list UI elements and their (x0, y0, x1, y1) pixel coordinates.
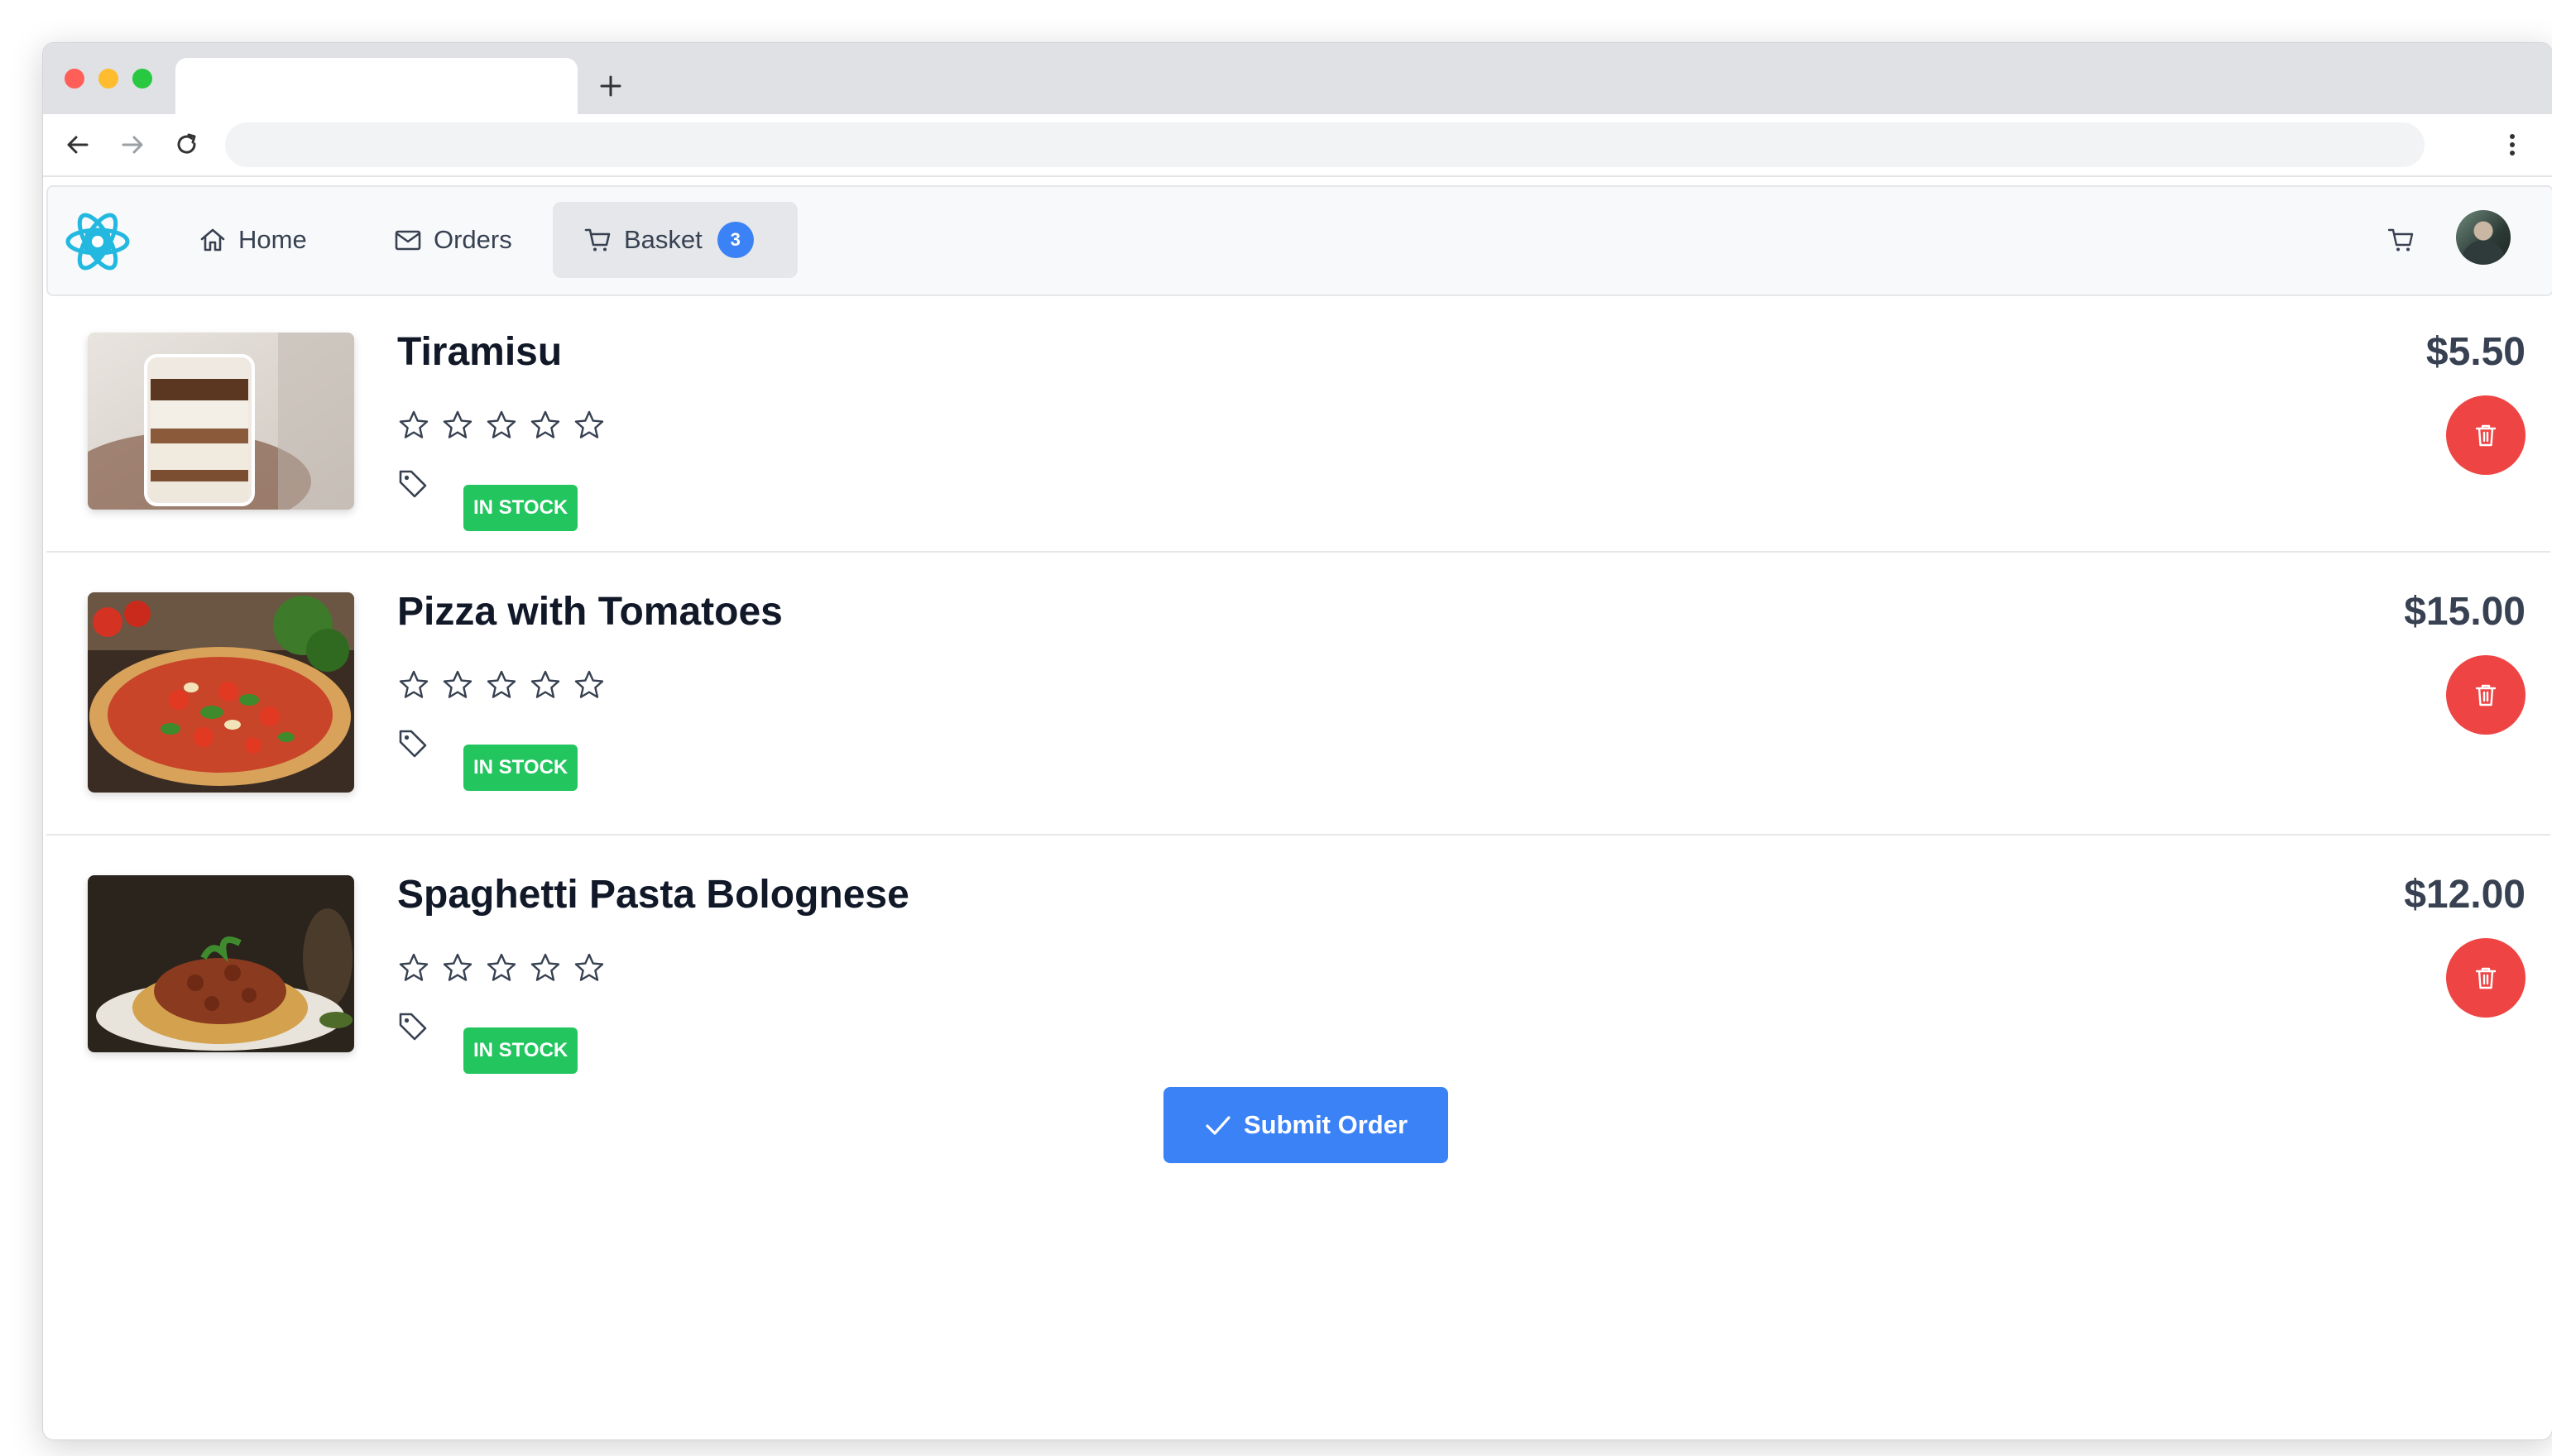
basket-item: Pizza with Tomatoes IN STOCK $15.00 (46, 553, 2550, 836)
stock-badge: IN STOCK (463, 745, 578, 791)
star-outline-icon[interactable] (441, 668, 474, 702)
star-outline-icon[interactable] (573, 668, 606, 702)
reload-button[interactable] (165, 123, 209, 166)
plus-icon (600, 75, 621, 97)
envelope-icon (395, 230, 421, 251)
star-outline-icon[interactable] (397, 951, 430, 984)
item-price: $5.50 (2425, 330, 2526, 374)
basket-count-badge: 3 (717, 222, 754, 258)
browser-menu-button[interactable] (2491, 123, 2534, 166)
submit-order-label: Submit Order (1243, 1110, 1408, 1139)
tag-icon (399, 470, 427, 498)
tag-icon (399, 1013, 427, 1041)
item-name: Tiramisu (397, 330, 563, 374)
star-outline-icon[interactable] (397, 668, 430, 702)
trash-icon (2475, 424, 2497, 447)
stock-badge: IN STOCK (463, 485, 578, 531)
user-avatar[interactable] (2456, 210, 2511, 265)
item-name: Spaghetti Pasta Bolognese (397, 873, 909, 917)
star-outline-icon[interactable] (441, 951, 474, 984)
spaghetti-bolognese-photo (88, 875, 354, 1052)
cart-icon (2387, 228, 2414, 251)
basket-item: Spaghetti Pasta Bolognese IN STOCK $12.0… (46, 836, 2550, 1100)
new-tab-button[interactable] (591, 66, 631, 106)
tiramisu-dessert-photo (88, 333, 354, 510)
trash-icon (2475, 967, 2497, 989)
rating-stars[interactable] (397, 951, 606, 984)
nav-basket-label: Basket (624, 225, 703, 254)
nav-home-label: Home (238, 225, 307, 254)
nav-basket[interactable]: Basket 3 (553, 202, 798, 278)
nav-home[interactable]: Home (184, 202, 322, 278)
stock-badge: IN STOCK (463, 1027, 578, 1074)
tag-icon (399, 730, 427, 758)
trash-icon (2475, 684, 2497, 706)
cart-icon (584, 228, 611, 251)
star-outline-icon[interactable] (397, 409, 430, 442)
reload-icon (177, 133, 196, 154)
browser-tab-bar (43, 43, 2552, 114)
arrow-right-icon (122, 136, 143, 154)
star-outline-icon[interactable] (485, 951, 518, 984)
more-vertical-icon (2510, 134, 2515, 156)
star-outline-icon[interactable] (485, 409, 518, 442)
pizza-photo (88, 592, 354, 793)
rating-stars[interactable] (397, 409, 606, 442)
star-outline-icon[interactable] (485, 668, 518, 702)
browser-window: Home Orders Basket 3 Tiramisu IN STOCK $… (42, 42, 2552, 1440)
nav-orders-label: Orders (434, 225, 512, 254)
delete-item-button[interactable] (2446, 655, 2526, 735)
browser-tab[interactable] (175, 58, 578, 114)
basket-item: Tiramisu IN STOCK $5.50 (46, 293, 2550, 553)
back-button[interactable] (56, 123, 99, 166)
delete-item-button[interactable] (2446, 938, 2526, 1018)
star-outline-icon[interactable] (529, 409, 562, 442)
rating-stars[interactable] (397, 668, 606, 702)
star-outline-icon[interactable] (573, 409, 606, 442)
app-navbar: Home Orders Basket 3 (46, 185, 2552, 296)
header-cart-button[interactable] (2385, 223, 2418, 256)
home-icon (200, 228, 225, 251)
app-logo-icon[interactable] (65, 205, 131, 276)
star-outline-icon[interactable] (529, 668, 562, 702)
forward-button[interactable] (111, 123, 154, 166)
item-price: $12.00 (2404, 873, 2526, 917)
check-icon (1206, 1116, 1230, 1135)
address-bar[interactable] (225, 122, 2425, 167)
submit-order-button[interactable]: Submit Order (1163, 1087, 1448, 1163)
item-price: $15.00 (2404, 590, 2526, 634)
star-outline-icon[interactable] (441, 409, 474, 442)
minimize-window-button[interactable] (98, 69, 118, 89)
delete-item-button[interactable] (2446, 395, 2526, 475)
star-outline-icon[interactable] (529, 951, 562, 984)
close-window-button[interactable] (65, 69, 84, 89)
item-name: Pizza with Tomatoes (397, 590, 783, 634)
maximize-window-button[interactable] (132, 69, 152, 89)
nav-orders[interactable]: Orders (379, 202, 527, 278)
arrow-left-icon (67, 136, 89, 154)
star-outline-icon[interactable] (573, 951, 606, 984)
browser-toolbar (43, 114, 2552, 177)
